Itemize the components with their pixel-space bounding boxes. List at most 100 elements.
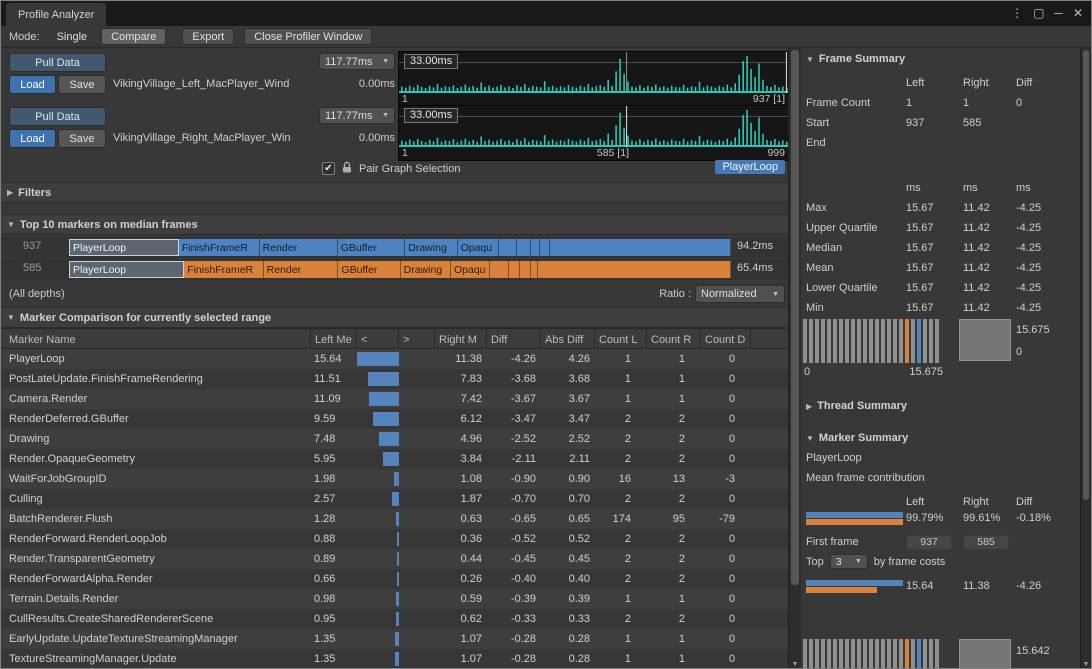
marker-segment[interactable] [517,239,531,256]
mode-compare-button[interactable]: Compare [101,28,166,45]
frame-summary-header[interactable]: ▼ Frame Summary [806,53,905,65]
col-left-bar[interactable]: < [357,329,399,350]
marker-segment[interactable] [490,261,509,278]
scroll-down-icon[interactable]: ▼ [789,661,801,668]
marker-bar-right[interactable]: PlayerLoopFinishFrameRRenderGBufferDrawi… [69,261,731,278]
close-profiler-window-button[interactable]: Close Profiler Window [244,28,372,45]
filters-header[interactable]: ▶ Filters [1,182,788,203]
col-count-diff[interactable]: Count D [701,329,751,350]
marker-segment-render[interactable]: Render [260,239,338,256]
table-row[interactable]: RenderForwardAlpha.Render0.660.26-0.400.… [1,569,788,589]
marker-segment[interactable] [499,239,517,256]
top-count-dropdown[interactable]: 3 ▼ [830,554,868,569]
col-right-bar[interactable]: > [399,329,435,350]
table-row[interactable]: Terrain.Details.Render0.980.59-0.390.391… [1,589,788,609]
pull-data-right-button[interactable]: Pull Data [9,107,106,126]
table-row[interactable]: PlayerLoop15.6411.38-4.264.26110 [1,349,788,369]
marker-segment-playerloop[interactable]: PlayerLoop [69,239,179,256]
frame-timeline-left[interactable]: 33.00ms 1 937 [1] [398,51,789,107]
marker-bar-left[interactable]: PlayerLoopFinishFrameRRenderGBufferDrawi… [69,239,731,256]
col-left-median[interactable]: Left Me [311,329,357,350]
marker-segment-opaqu[interactable]: Opaqu [451,261,490,278]
frame-stat-rows: Max15.6711.42-4.25Upper Quartile15.6711.… [801,198,1080,318]
marker-segment[interactable] [531,261,538,278]
mode-single-button[interactable]: Single [47,28,98,45]
thread-summary-title: Thread Summary [817,400,907,412]
load-left-button[interactable]: Load [9,75,56,94]
marker-segment[interactable] [531,239,540,256]
cell-diff: -4.26 [487,353,541,365]
thread-summary-header[interactable]: ▶ Thread Summary [806,400,907,412]
histogram-bar [935,639,939,669]
first-frame-right-button[interactable]: 585 [963,535,1009,550]
frame-timeline-right[interactable]: 33.00ms 1 585 [1] 999 [398,105,789,161]
lock-icon[interactable] [341,161,353,177]
marker-comparison-header[interactable]: ▼ Marker Comparison for currently select… [1,307,788,328]
col-count-left[interactable]: Count L [595,329,647,350]
scroll-down-icon[interactable]: ▼ [1081,661,1091,668]
col-diff[interactable]: Diff [487,329,541,350]
cell-abs-diff: 0.65 [541,513,595,525]
export-button[interactable]: Export [182,28,234,45]
marker-segment[interactable] [550,239,731,256]
table-row[interactable]: Drawing7.484.96-2.522.52220 [1,429,788,449]
save-left-button[interactable]: Save [58,75,106,94]
frame-time-histogram[interactable] [803,319,939,363]
marker-segment[interactable] [509,261,520,278]
table-row[interactable]: EarlyUpdate.UpdateTextureStreamingManage… [1,629,788,649]
marker-segment-drawing[interactable]: Drawing [401,261,451,278]
maximize-icon[interactable]: ▢ [1033,5,1044,21]
ratio-label: Ratio : [659,288,691,300]
marker-segment-gbuffer[interactable]: GBuffer [338,239,406,256]
table-row[interactable]: Render.TransparentGeometry0.890.44-0.450… [1,549,788,569]
marker-segment-finishframer[interactable]: FinishFrameR [184,261,263,278]
col-count-right[interactable]: Count R [647,329,701,350]
col-abs-diff[interactable]: Abs Diff [541,329,595,350]
main-scrollbar-thumb[interactable] [791,50,799,585]
tab-profile-analyzer[interactable]: Profile Analyzer [6,3,106,26]
table-row[interactable]: Culling2.571.87-0.700.70220 [1,489,788,509]
table-row[interactable]: Render.OpaqueGeometry5.953.84-2.112.1122… [1,449,788,469]
table-row[interactable]: TextureStreamingManager.Update1.351.07-0… [1,649,788,669]
cell-count-right: 2 [647,453,701,465]
table-row[interactable]: Camera.Render11.097.42-3.673.67110 [1,389,788,409]
table-row[interactable]: RenderForward.RenderLoopJob0.880.36-0.52… [1,529,788,549]
col-right-median[interactable]: Right M [435,329,487,350]
load-right-button[interactable]: Load [9,129,56,148]
marker-segment-opaqu[interactable]: Opaqu [458,239,500,256]
frame-stat-value: 11.42 [963,222,1016,234]
marker-segment-drawing[interactable]: Drawing [405,239,457,256]
table-row[interactable]: WaitForJobGroupID1.981.08-0.900.901613-3 [1,469,788,489]
table-row[interactable]: PostLateUpdate.FinishFrameRendering11.51… [1,369,788,389]
col-marker-name[interactable]: Marker Name [1,329,311,350]
ratio-dropdown[interactable]: Normalized ▼ [695,285,785,303]
marker-segment-finishframer[interactable]: FinishFrameR [179,239,260,256]
selected-marker-chip[interactable]: PlayerLoop [715,160,785,174]
marker-segment[interactable] [540,239,549,256]
right-scale-dropdown[interactable]: 117.77ms ▼ [319,107,395,124]
marker-segment-render[interactable]: Render [264,261,339,278]
close-icon[interactable]: ✕ [1073,5,1083,21]
marker-segment-playerloop[interactable]: PlayerLoop [69,261,184,278]
table-row[interactable]: BatchRenderer.Flush1.280.63-0.650.651749… [1,509,788,529]
menu-icon[interactable]: ⋮ [1011,5,1023,21]
minimize-icon[interactable]: ─ [1054,5,1063,21]
save-right-button[interactable]: Save [58,129,106,148]
marker-time-histogram[interactable] [803,639,939,669]
histogram-bar [821,319,825,363]
summary-scrollbar-thumb[interactable] [1083,50,1089,500]
first-frame-left-button[interactable]: 937 [906,535,952,550]
table-row[interactable]: RenderDeferred.GBuffer9.596.12-3.473.472… [1,409,788,429]
left-scale-dropdown[interactable]: 117.77ms ▼ [319,53,395,70]
cell-left-bar [357,529,399,549]
top10-header[interactable]: ▼ Top 10 markers on median frames [1,214,788,235]
marker-segment-gbuffer[interactable]: GBuffer [338,261,400,278]
pull-data-left-button[interactable]: Pull Data [9,53,106,72]
main-scrollbar[interactable]: ▼ [788,48,801,669]
marker-segment[interactable] [538,261,731,278]
pair-graph-selection-checkbox[interactable]: ✔ [322,162,335,175]
marker-summary-header[interactable]: ▼ Marker Summary [806,432,908,444]
summary-scrollbar[interactable]: ▼ [1080,48,1091,669]
table-row[interactable]: CullResults.CreateSharedRendererScene0.9… [1,609,788,629]
marker-segment[interactable] [520,261,531,278]
